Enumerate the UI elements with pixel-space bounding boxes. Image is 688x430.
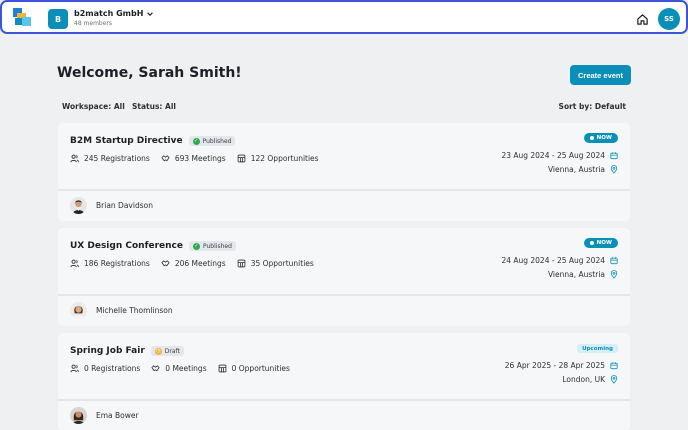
event-location: London, UK (562, 375, 618, 384)
map-pin-icon (610, 270, 618, 279)
calendar-icon (610, 152, 618, 160)
workspace-member-count: 48 members (74, 20, 113, 27)
registrations-stat: 0 Registrations (70, 364, 140, 373)
storefront-icon (237, 259, 246, 268)
now-badge: NOW (583, 238, 618, 248)
event-title[interactable]: UX Design Conference ✓ Published (70, 241, 236, 251)
event-card-header: Spring Job Fair ◷ Draft 0 Registrations … (58, 333, 630, 399)
users-icon (70, 364, 79, 373)
event-title[interactable]: Spring Job Fair ◷ Draft (70, 346, 184, 356)
event-organizer-row: Ema Bower (58, 401, 630, 430)
live-dot-icon (589, 136, 594, 140)
create-event-button[interactable]: Create event (570, 65, 631, 85)
avatar (70, 302, 87, 319)
meetings-stat: 206 Meetings (161, 259, 226, 268)
users-icon (70, 154, 79, 163)
map-pin-icon (610, 375, 618, 384)
chevron-down-icon (147, 11, 154, 16)
map-pin-icon (610, 165, 618, 174)
draft-clock-icon: ◷ (154, 347, 162, 355)
meetings-stat: 693 Meetings (161, 154, 226, 163)
handshake-icon (161, 260, 170, 267)
avatar (70, 197, 87, 214)
organizer-name: Ema Bower (96, 411, 139, 420)
event-dates: 24 Aug 2024 - 25 Aug 2024 (501, 256, 618, 265)
event-title[interactable]: B2M Startup Directive ✓ Published (70, 136, 236, 146)
workspace-switcher[interactable]: b2match GmbH (74, 9, 154, 18)
organizer: Michelle Thomlinson (70, 302, 173, 319)
event-stats: 245 Registrations 693 Meetings 122 Oppor… (70, 154, 319, 163)
event-card-header: UX Design Conference ✓ Published 186 Reg… (58, 228, 630, 294)
event-stats: 0 Registrations 0 Meetings 0 Opportuniti… (70, 364, 290, 373)
event-location: Vienna, Austria (548, 270, 618, 279)
b2match-logo-icon[interactable] (11, 6, 33, 28)
home-icon[interactable] (636, 13, 649, 26)
opportunities-stat: 0 Opportunities (218, 364, 290, 373)
event-stats: 186 Registrations 206 Meetings 35 Opport… (70, 259, 314, 268)
status-badge: ✓ Published (188, 136, 236, 146)
workspace-filter[interactable]: Workspace: All (62, 102, 125, 111)
event-organizer-row: Brian Davidson (58, 191, 630, 221)
check-circle-icon: ✓ (192, 137, 200, 145)
calendar-icon (610, 362, 618, 370)
now-badge: NOW (583, 133, 618, 143)
status-badge: ✓ Published (188, 241, 236, 251)
event-location: Vienna, Austria (548, 165, 618, 174)
handshake-icon (151, 365, 160, 372)
storefront-icon (218, 364, 226, 373)
opportunities-stat: 122 Opportunities (237, 154, 319, 163)
event-card-header: B2M Startup Directive ✓ Published 245 Re… (58, 123, 630, 189)
event-dates: 26 Apr 2025 - 28 Apr 2025 (505, 361, 618, 370)
organizer: Ema Bower (70, 407, 139, 424)
avatar (70, 407, 87, 424)
check-circle-icon: ✓ (192, 242, 200, 250)
event-card[interactable]: Spring Job Fair ◷ Draft 0 Registrations … (58, 333, 630, 430)
opportunities-stat: 35 Opportunities (237, 259, 314, 268)
page-title: Welcome, Sarah Smith! (57, 65, 242, 81)
status-filter[interactable]: Status: All (132, 102, 176, 111)
top-navigation-bar: B b2match GmbH 48 members SS (0, 0, 688, 34)
event-organizer-row: Michelle Thomlinson (58, 296, 630, 326)
event-card[interactable]: UX Design Conference ✓ Published 186 Reg… (58, 228, 630, 326)
workspace-name: b2match GmbH (74, 9, 144, 18)
storefront-icon (237, 154, 246, 163)
registrations-stat: 186 Registrations (70, 259, 150, 268)
user-avatar[interactable]: SS (658, 8, 680, 30)
upcoming-badge: Upcoming (577, 344, 618, 353)
organizer: Brian Davidson (70, 197, 153, 214)
status-badge: ◷ Draft (150, 346, 184, 356)
event-dates: 23 Aug 2024 - 25 Aug 2024 (501, 151, 618, 160)
organizer-name: Brian Davidson (96, 201, 153, 210)
calendar-icon (610, 257, 618, 265)
meetings-stat: 0 Meetings (151, 364, 207, 373)
users-icon (70, 259, 79, 268)
registrations-stat: 245 Registrations (70, 154, 150, 163)
handshake-icon (161, 155, 170, 162)
live-dot-icon (589, 241, 594, 245)
sort-dropdown[interactable]: Sort by: Default (559, 102, 626, 111)
workspace-avatar[interactable]: B (48, 9, 68, 29)
event-card[interactable]: B2M Startup Directive ✓ Published 245 Re… (58, 123, 630, 221)
organizer-name: Michelle Thomlinson (96, 306, 173, 315)
